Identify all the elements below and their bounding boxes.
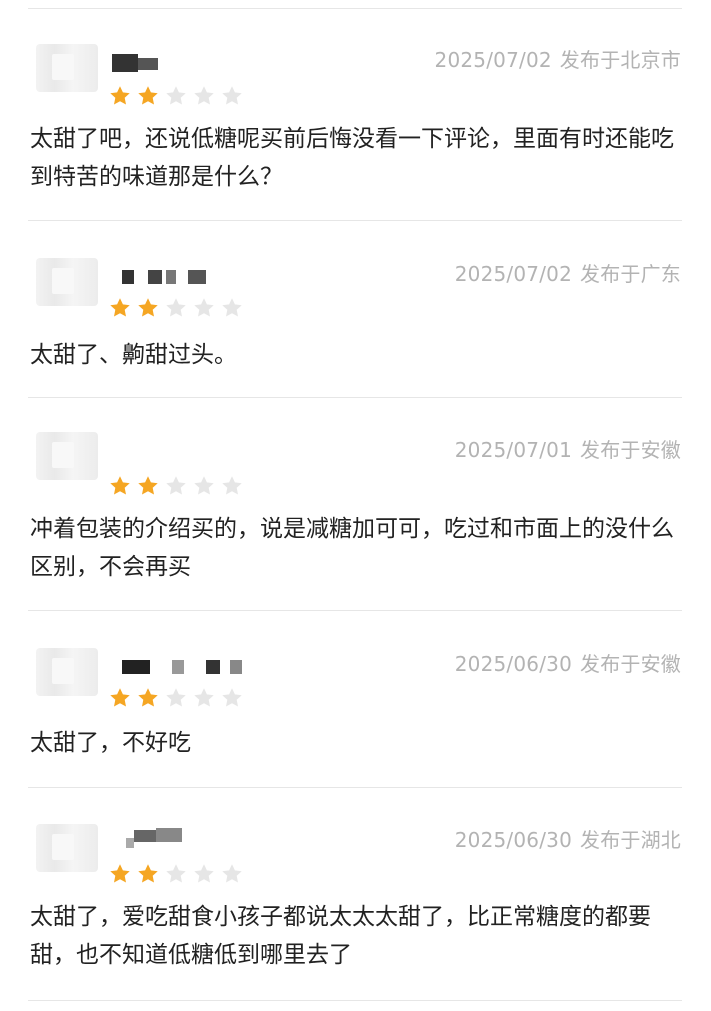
star-empty-icon — [194, 476, 214, 495]
avatar[interactable] — [36, 824, 98, 872]
star-filled-icon — [138, 86, 158, 105]
star-filled-icon — [138, 864, 158, 883]
review-date: 2025/07/01 — [454, 438, 572, 462]
star-empty-icon — [166, 298, 186, 317]
star-filled-icon — [138, 298, 158, 317]
avatar[interactable] — [36, 258, 98, 306]
review-meta: 2025/07/01 发布于安徽 — [455, 434, 681, 463]
review-meta: 2025/06/30 发布于湖北 — [455, 824, 681, 853]
divider — [28, 787, 682, 788]
review-location: 发布于北京市 — [559, 48, 681, 72]
review-meta: 2025/06/30 发布于安徽 — [455, 648, 681, 677]
review-text: 太甜了、齁甜过头。 — [30, 342, 237, 368]
review-location: 发布于安徽 — [580, 438, 681, 462]
review-date: 2025/07/02 — [454, 262, 572, 286]
star-empty-icon — [222, 688, 242, 707]
avatar[interactable] — [36, 648, 98, 696]
star-filled-icon — [110, 86, 130, 105]
star-empty-icon — [194, 86, 214, 105]
star-filled-icon — [110, 476, 130, 495]
star-empty-icon — [166, 864, 186, 883]
star-empty-icon — [166, 688, 186, 707]
review-meta: 2025/07/02 发布于北京市 — [435, 44, 681, 73]
divider — [28, 1000, 682, 1001]
star-empty-icon — [222, 476, 242, 495]
star-rating — [108, 296, 244, 320]
star-empty-icon — [222, 298, 242, 317]
star-filled-icon — [110, 298, 130, 317]
avatar[interactable] — [36, 432, 98, 480]
star-filled-icon — [110, 688, 130, 707]
review-text: 冲着包装的介绍买的，说是减糖加可可，吃过和市面上的没什么区别，不会再买 — [30, 516, 674, 580]
star-rating — [108, 84, 244, 108]
star-filled-icon — [138, 688, 158, 707]
star-filled-icon — [110, 864, 130, 883]
review-text: 太甜了，不好吃 — [30, 730, 191, 756]
star-empty-icon — [194, 688, 214, 707]
review-meta: 2025/07/02 发布于广东 — [455, 258, 681, 287]
review-text: 太甜了吧，还说低糖呢买前后悔没看一下评论，里面有时还能吃到特苦的味道那是什么？ — [30, 126, 674, 190]
star-empty-icon — [166, 476, 186, 495]
review-date: 2025/06/30 — [454, 652, 572, 676]
star-rating — [108, 862, 244, 886]
star-empty-icon — [166, 86, 186, 105]
divider — [28, 397, 682, 398]
avatar[interactable] — [36, 44, 98, 92]
review-text: 太甜了，爱吃甜食小孩子都说太太太甜了，比正常糖度的都要甜，也不知道低糖低到哪里去… — [30, 904, 651, 968]
divider — [28, 610, 682, 611]
star-filled-icon — [138, 476, 158, 495]
review-date: 2025/07/02 — [434, 48, 552, 72]
review-location: 发布于湖北 — [580, 828, 681, 852]
star-empty-icon — [222, 86, 242, 105]
star-empty-icon — [194, 864, 214, 883]
star-empty-icon — [194, 298, 214, 317]
divider — [28, 220, 682, 221]
star-rating — [108, 474, 244, 498]
review-list: 2025/07/02 发布于北京市 太甜了吧，还说低糖呢买前后悔没看一下评论，里面… — [0, 0, 711, 1011]
review-location: 发布于安徽 — [580, 652, 681, 676]
review-date: 2025/06/30 — [454, 828, 572, 852]
star-empty-icon — [222, 864, 242, 883]
star-rating — [108, 686, 244, 710]
review-location: 发布于广东 — [580, 262, 681, 286]
divider — [28, 8, 682, 9]
